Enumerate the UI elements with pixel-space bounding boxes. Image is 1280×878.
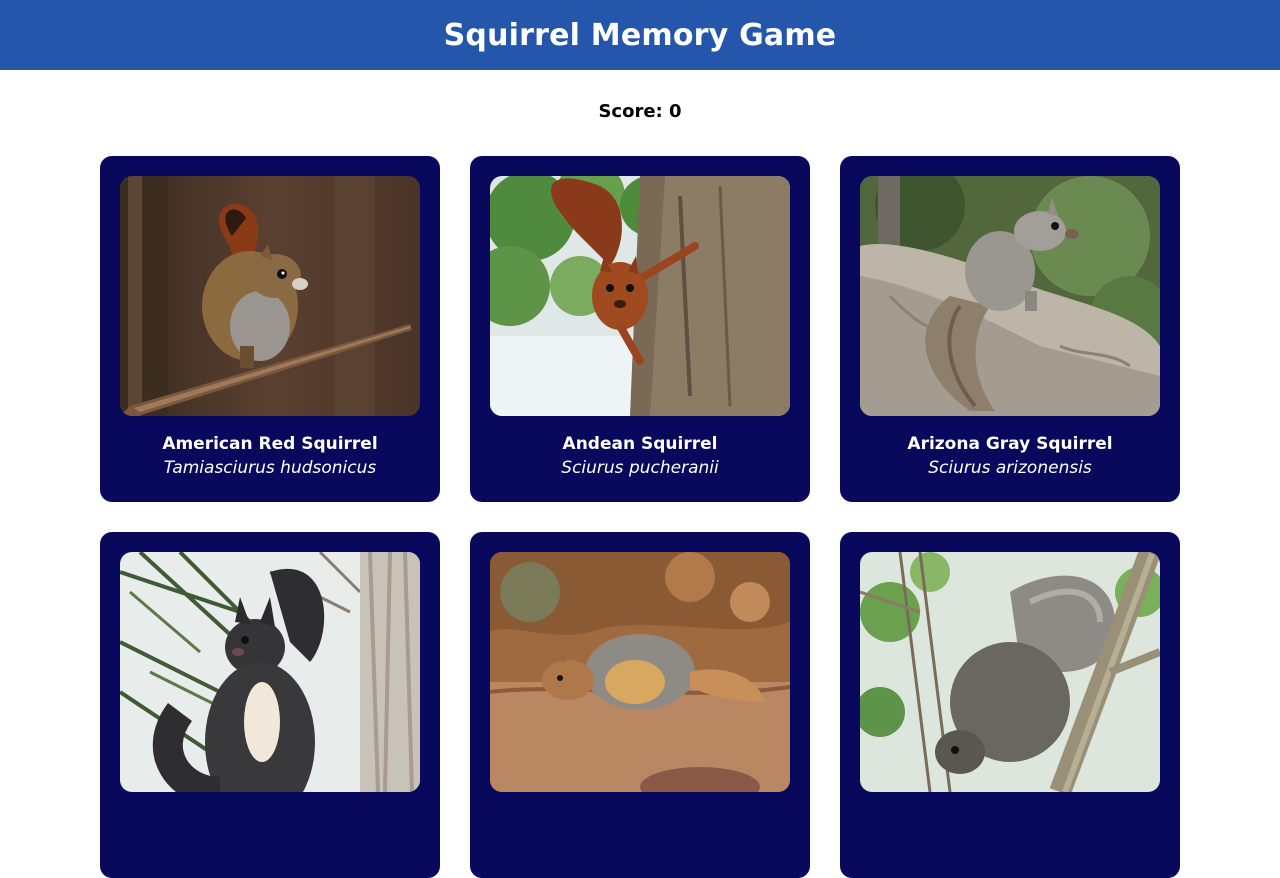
- squirrel-photo: [860, 552, 1160, 792]
- squirrel-card[interactable]: American Red Squirrel Tamiasciurus hudso…: [100, 156, 440, 502]
- page-title: Squirrel Memory Game: [443, 17, 837, 53]
- app-header: Squirrel Memory Game: [0, 0, 1280, 70]
- squirrel-card[interactable]: [100, 532, 440, 878]
- card-scientific-name: Sciurus arizonensis: [928, 458, 1092, 478]
- squirrel-card[interactable]: Arizona Gray Squirrel Sciurus arizonensi…: [840, 156, 1180, 502]
- card-scientific-name: Tamiasciurus hudsonicus: [163, 458, 377, 478]
- card-name: Arizona Gray Squirrel: [907, 434, 1113, 454]
- squirrel-photo: [490, 176, 790, 416]
- squirrel-photo: [120, 176, 420, 416]
- card-name: American Red Squirrel: [162, 434, 378, 454]
- squirrel-photo: [860, 176, 1160, 416]
- squirrel-photo: [120, 552, 420, 792]
- squirrel-photo: [490, 552, 790, 792]
- squirrel-card[interactable]: [840, 532, 1180, 878]
- squirrel-card[interactable]: [470, 532, 810, 878]
- score-display: Score: 0: [598, 101, 682, 122]
- card-scientific-name: Sciurus pucheranii: [561, 458, 719, 478]
- card-grid: American Red Squirrel Tamiasciurus hudso…: [100, 156, 1180, 878]
- squirrel-card[interactable]: Andean Squirrel Sciurus pucheranii: [470, 156, 810, 502]
- card-name: Andean Squirrel: [562, 434, 718, 454]
